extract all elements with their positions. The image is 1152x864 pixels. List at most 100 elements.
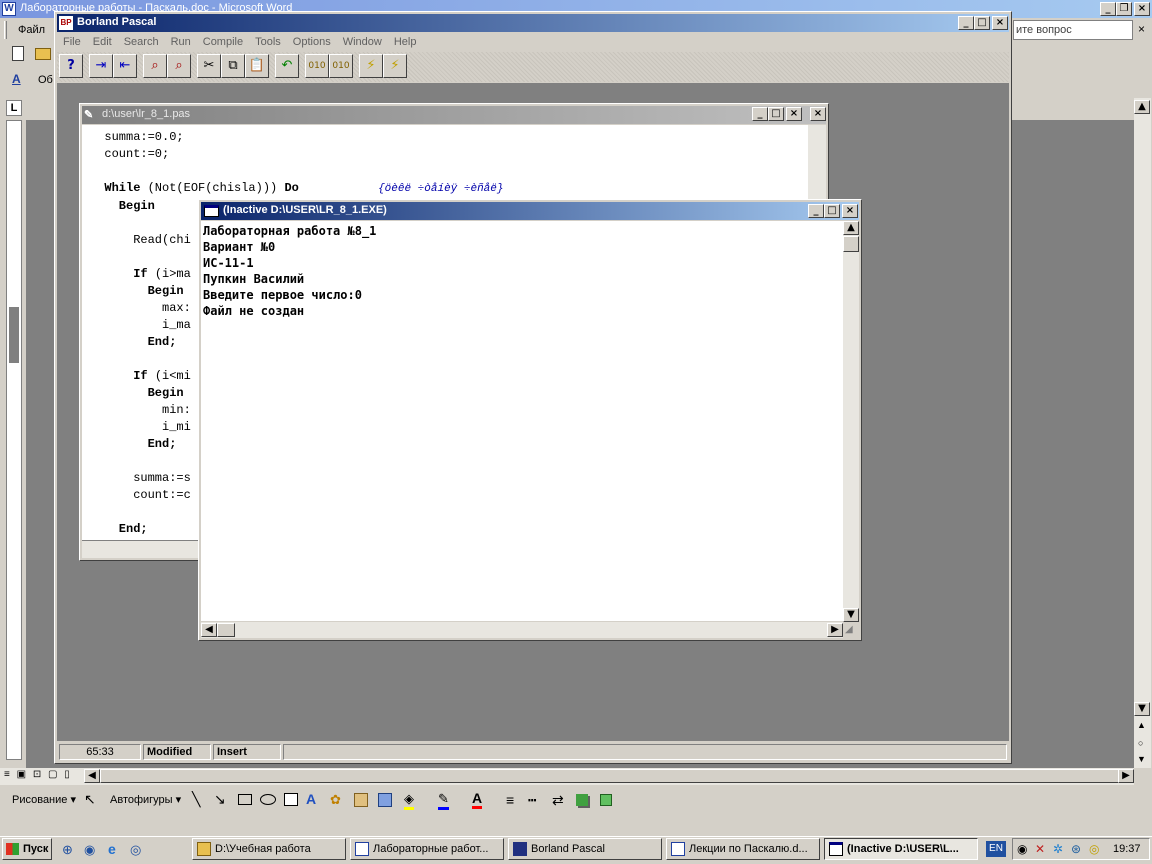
3d-icon[interactable] (600, 794, 612, 806)
word-help-input[interactable]: ите вопрос (1013, 20, 1133, 40)
undo-icon[interactable]: ↶ (275, 54, 299, 78)
word-horizontal-scrollbar[interactable]: ≡ ▣ ⊡ ▢ ▯ ◀ ▶ (0, 768, 1134, 785)
line-icon[interactable]: ╲ (192, 791, 200, 808)
copy-icon[interactable]: ⧉ (221, 54, 245, 78)
bp-menu-edit[interactable]: Edit (87, 33, 118, 51)
word-restore-button[interactable]: ❐ (1116, 2, 1132, 16)
word-vertical-scrollbar[interactable]: ▲ ▼ ▲ ○ ▼ (1134, 98, 1151, 768)
editor-maximize-button[interactable]: □ (768, 107, 784, 121)
word-hscroll-thumb[interactable] (100, 769, 1120, 783)
bp-close-button[interactable]: × (992, 16, 1008, 30)
select-objects-icon[interactable]: ↖ (84, 791, 96, 808)
console-vertical-scrollbar[interactable]: ▲ ▼ (843, 221, 859, 622)
arrow-style-icon[interactable]: ⇄ (552, 792, 564, 809)
font-color-icon[interactable]: A (472, 790, 483, 809)
tray-icon-4[interactable]: ⊛ (1071, 842, 1081, 856)
editor-outer-close-button[interactable]: × (810, 107, 826, 121)
view-buttons[interactable]: ≡ ▣ ⊡ ▢ ▯ (4, 769, 72, 780)
editor-close-button[interactable]: × (786, 107, 802, 121)
diagram-icon[interactable]: ✿ (330, 792, 341, 808)
line-color-icon[interactable]: ✎ (438, 791, 449, 810)
console-vscroll-thumb[interactable] (843, 236, 859, 252)
word-scroll-down-button[interactable]: ▼ (1134, 702, 1150, 716)
arrow-icon[interactable]: ↘ (214, 791, 226, 808)
tray-icon-1[interactable]: ◉ (1017, 842, 1027, 856)
tray-icon-2[interactable]: ✕ (1035, 842, 1045, 856)
word-minimize-button[interactable]: _ (1100, 2, 1116, 16)
word-prev-page-icon[interactable]: ▲ (1137, 720, 1146, 730)
console-close-button[interactable]: × (842, 204, 858, 218)
word-menu-file[interactable]: Файл (18, 24, 45, 36)
console-resize-grip[interactable]: ◢ (845, 624, 853, 635)
rectangle-icon[interactable] (238, 794, 252, 805)
quicklaunch-ie-icon[interactable]: e (108, 841, 116, 857)
compile-icon[interactable]: 010 (305, 54, 329, 78)
task-explorer[interactable]: D:\Учебная работа (192, 838, 346, 860)
quicklaunch-media-icon[interactable]: ◉ (84, 842, 95, 858)
start-button[interactable]: Пуск (2, 838, 52, 860)
clipart-icon[interactable] (354, 793, 368, 807)
style-icon[interactable]: A (12, 72, 21, 86)
console-maximize-button[interactable]: □ (824, 204, 840, 218)
bp-menu-options[interactable]: Options (287, 33, 337, 51)
task-console[interactable]: (Inactive D:\USER\L... (824, 838, 978, 860)
task-borland-pascal[interactable]: Borland Pascal (508, 838, 662, 860)
console-hscroll-thumb[interactable] (217, 623, 235, 637)
console-scroll-up-button[interactable]: ▲ (843, 221, 859, 235)
fill-color-icon[interactable]: ◈ (404, 791, 414, 810)
make-icon[interactable]: 010 (329, 54, 353, 78)
bp-menu-help[interactable]: Help (388, 33, 423, 51)
bp-menu-file[interactable]: File (57, 33, 87, 51)
textbox-icon[interactable] (284, 793, 298, 806)
cut-icon[interactable]: ✂ (197, 54, 221, 78)
word-browse-object-icon[interactable]: ○ (1138, 738, 1143, 748)
open-folder-icon[interactable] (35, 48, 51, 60)
replace-icon[interactable]: ⌕ (167, 54, 191, 78)
step-icon[interactable]: ⇥ (89, 54, 113, 78)
bp-maximize-button[interactable]: □ (974, 16, 990, 30)
find-icon[interactable]: ⌕ (143, 54, 167, 78)
console-scroll-left-button[interactable]: ◀ (201, 623, 217, 637)
bp-menu-search[interactable]: Search (118, 33, 165, 51)
quicklaunch-show-desktop-icon[interactable]: ⊕ (62, 842, 73, 858)
debug-run-icon[interactable]: ⚡ (383, 54, 407, 78)
ruler-corner-marker[interactable]: L (6, 100, 22, 116)
word-help-close-icon[interactable]: × (1138, 22, 1145, 36)
paste-icon[interactable]: 📋 (245, 54, 269, 78)
style-label[interactable]: Об (38, 74, 53, 86)
new-document-icon[interactable] (12, 46, 24, 61)
tray-icon-5[interactable]: ◎ (1089, 842, 1099, 856)
language-indicator[interactable]: EN (986, 841, 1006, 857)
draw-menu[interactable]: Рисование ▾ (12, 793, 76, 806)
word-next-page-icon[interactable]: ▼ (1137, 754, 1146, 764)
task-word-lectures[interactable]: Лекции по Паскалю.d... (666, 838, 820, 860)
bp-menu-run[interactable]: Run (165, 33, 197, 51)
picture-icon[interactable] (378, 793, 392, 807)
console-scroll-right-button[interactable]: ▶ (827, 623, 843, 637)
word-close-button[interactable]: × (1134, 2, 1150, 16)
word-scroll-left-button[interactable]: ◀ (84, 769, 100, 783)
tray-icon-3[interactable]: ✲ (1053, 842, 1063, 856)
bp-menu-window[interactable]: Window (337, 33, 388, 51)
trace-icon[interactable]: ⇤ (113, 54, 137, 78)
bp-menu-tools[interactable]: Tools (249, 33, 287, 51)
console-minimize-button[interactable]: _ (808, 204, 824, 218)
bp-minimize-button[interactable]: _ (958, 16, 974, 30)
autoshapes-menu[interactable]: Автофигуры ▾ (110, 793, 181, 806)
bp-menu-compile[interactable]: Compile (197, 33, 249, 51)
help-icon[interactable]: ? (59, 54, 83, 78)
wordart-icon[interactable]: A (306, 791, 316, 807)
console-horizontal-scrollbar[interactable]: ◀ ▶ (201, 622, 843, 638)
dash-style-icon[interactable]: ┅ (528, 792, 536, 809)
editor-minimize-button[interactable]: _ (752, 107, 768, 121)
word-scroll-up-button[interactable]: ▲ (1134, 100, 1150, 114)
line-style-icon[interactable]: ≡ (506, 792, 514, 808)
word-scroll-right-button[interactable]: ▶ (1118, 769, 1134, 783)
shadow-icon[interactable] (576, 794, 588, 806)
console-line: Пупкин Василий (203, 272, 305, 286)
task-word-lab[interactable]: Лабораторные работ... (350, 838, 504, 860)
console-scroll-down-button[interactable]: ▼ (843, 608, 859, 622)
oval-icon[interactable] (260, 794, 276, 805)
run-icon[interactable]: ⚡ (359, 54, 383, 78)
quicklaunch-app-icon[interactable]: ◎ (130, 842, 141, 858)
